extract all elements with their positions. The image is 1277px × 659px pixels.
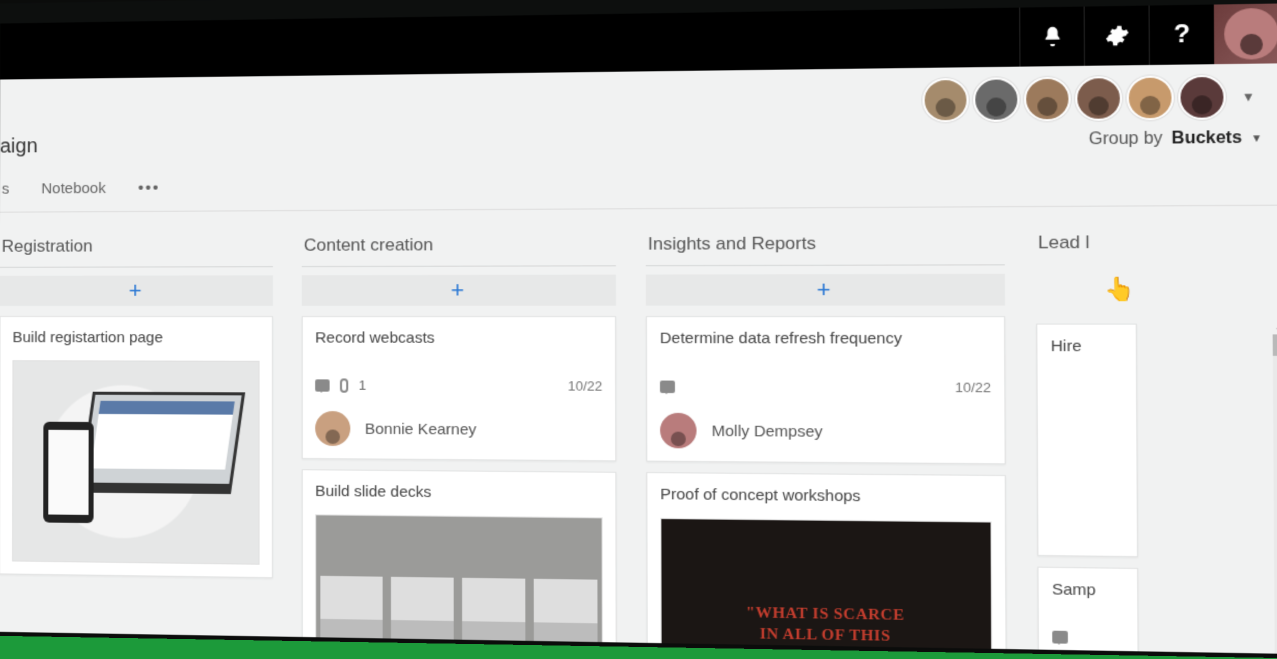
- task-preview-image: [315, 514, 603, 654]
- member-avatar[interactable]: [1178, 75, 1226, 120]
- scroll-thumb[interactable]: [1273, 334, 1277, 355]
- task-preview-image: "WHAT IS SCARCE IN ALL OF THIS: [660, 518, 992, 654]
- group-by-label: Group by: [1089, 130, 1163, 150]
- task-card[interactable]: Proof of concept workshops "WHAT IS SCAR…: [646, 472, 1007, 654]
- task-title: Build registartion page: [12, 327, 259, 355]
- bucket-content-creation: Content creation + Record webcasts 1 10/…: [302, 216, 617, 654]
- task-card[interactable]: Build registartion page: [0, 316, 273, 578]
- group-by: Group by Buckets ▼: [1089, 129, 1267, 150]
- assignee-avatar: [660, 413, 697, 449]
- plus-icon: +: [817, 276, 831, 303]
- tab-more[interactable]: •••: [136, 175, 162, 200]
- app-body: ▼ aign Group by Buckets ▼ s Notebook •••…: [0, 63, 1277, 654]
- members-expand[interactable]: ▼: [1230, 89, 1262, 104]
- plan-tabs: s Notebook •••: [0, 148, 1277, 210]
- comments-icon: [660, 380, 675, 393]
- help-button[interactable]: ?: [1149, 5, 1215, 65]
- bell-icon: [1040, 25, 1065, 49]
- tab-partial[interactable]: s: [0, 177, 11, 202]
- group-by-value[interactable]: Buckets: [1172, 129, 1242, 149]
- bucket-insights-reports: Insights and Reports + Determine data re…: [646, 214, 1008, 654]
- bucket-registration: Registration + Build registartion page: [0, 217, 273, 654]
- task-card[interactable]: Hire: [1036, 324, 1138, 558]
- plus-icon: +: [451, 277, 464, 304]
- add-task-button[interactable]: +: [302, 275, 616, 306]
- settings-button[interactable]: [1084, 6, 1149, 66]
- task-preview-image: [12, 360, 259, 565]
- gear-icon: [1104, 24, 1129, 48]
- member-avatars: ▼: [922, 74, 1269, 122]
- device-frame: ? ▼ aign Group by Buckets ▼: [0, 0, 1277, 659]
- member-avatar[interactable]: [973, 77, 1020, 122]
- member-avatar[interactable]: [922, 78, 968, 123]
- plus-icon: +: [129, 278, 142, 304]
- add-task-button[interactable]: +: [0, 275, 273, 306]
- task-card[interactable]: Determine data refresh frequency 10/22 M…: [646, 316, 1006, 464]
- comments-icon: [1052, 631, 1068, 644]
- quote-text: "WHAT IS SCARCE IN ALL OF THIS: [746, 602, 905, 647]
- avatar-icon: [1224, 8, 1277, 60]
- assignee-avatar: [315, 411, 350, 446]
- task-title: Hire: [1051, 335, 1123, 364]
- bucket-title[interactable]: Registration: [0, 217, 273, 268]
- help-icon: ?: [1174, 20, 1191, 50]
- task-title: Build slide decks: [315, 481, 602, 512]
- due-date: 10/22: [568, 378, 603, 394]
- member-avatar[interactable]: [1127, 75, 1174, 120]
- member-avatar[interactable]: [1024, 77, 1071, 122]
- add-task-button[interactable]: +: [646, 274, 1005, 306]
- due-date: 10/22: [955, 379, 991, 395]
- task-card[interactable]: Record webcasts 1 10/22 Bonnie Kearney: [302, 316, 617, 461]
- task-title: Determine data refresh frequency: [660, 328, 991, 357]
- bucket-title[interactable]: Insights and Reports: [646, 214, 1005, 267]
- task-card[interactable]: Samp: [1037, 567, 1138, 654]
- notifications-button[interactable]: [1019, 7, 1084, 67]
- scrollbar[interactable]: ︿: [1273, 334, 1277, 654]
- assignee-name: Molly Dempsey: [712, 422, 823, 440]
- task-title: Proof of concept workshops: [660, 484, 991, 516]
- tab-notebook[interactable]: Notebook: [39, 176, 108, 202]
- bucket-title[interactable]: Lead l: [1036, 213, 1137, 264]
- account-button[interactable]: [1214, 3, 1277, 64]
- chevron-down-icon[interactable]: ▼: [1251, 133, 1262, 145]
- page-title: aign: [0, 135, 38, 158]
- task-title: Record webcasts: [315, 327, 602, 355]
- assignee-name: Bonnie Kearney: [365, 420, 476, 438]
- bucket-lead-partial: Lead l Hire Samp: [1036, 213, 1140, 654]
- board: Registration + Build registartion page C…: [0, 206, 1277, 654]
- bucket-title[interactable]: Content creation: [302, 216, 616, 268]
- task-title: Samp: [1052, 579, 1124, 609]
- member-avatar[interactable]: [1075, 76, 1122, 121]
- task-card[interactable]: Build slide decks: [302, 469, 617, 654]
- attachment-count: 1: [359, 377, 367, 392]
- attachment-icon: [340, 378, 348, 392]
- comments-icon: [315, 379, 329, 391]
